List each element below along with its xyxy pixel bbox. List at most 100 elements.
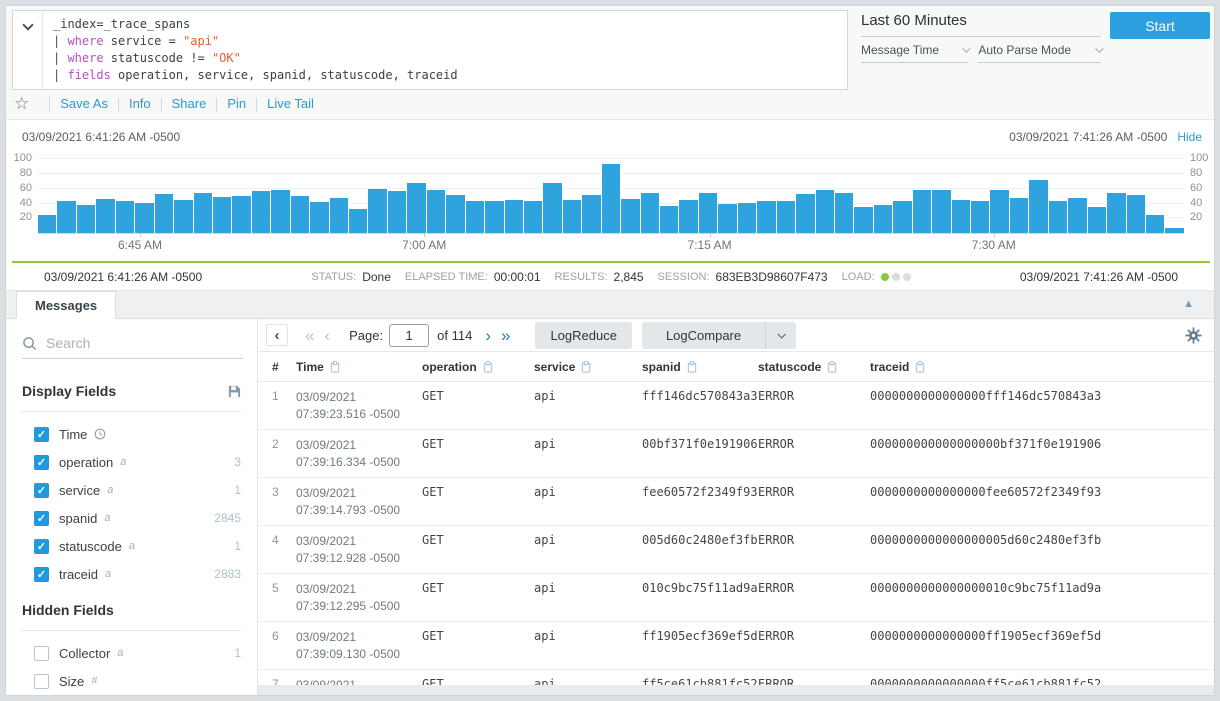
histogram-bars[interactable]	[38, 156, 1184, 233]
start-button[interactable]: Start	[1110, 12, 1210, 39]
column-header-label: service	[534, 360, 575, 374]
query-text[interactable]: _index=_trace_spans| where service = "ap…	[43, 11, 468, 89]
copy-icon[interactable]	[687, 361, 697, 373]
column-header-Time[interactable]: Time	[296, 360, 422, 374]
histogram-bar	[310, 202, 328, 233]
action-bar: ☆ Save As Info Share Pin Live Tail	[14, 94, 314, 114]
histogram-bar	[407, 183, 425, 233]
column-header-service[interactable]: service	[534, 360, 642, 374]
copy-icon[interactable]	[483, 361, 493, 373]
query-collapse-gutter[interactable]	[13, 11, 43, 89]
cell-time-clock: 07:39:16.334 -0500	[296, 454, 422, 471]
cell-row-number: 2	[272, 437, 296, 471]
field-checkbox[interactable]: ✓	[34, 427, 49, 442]
histogram-bar	[38, 215, 56, 233]
x-axis-label: 7:00 AM	[402, 238, 446, 252]
field-checkbox[interactable]: ✓	[34, 539, 49, 554]
field-checkbox[interactable]: ✓	[34, 511, 49, 526]
prev-page-button[interactable]: ‹	[319, 327, 335, 344]
chevron-down-icon[interactable]	[22, 19, 33, 30]
copy-icon[interactable]	[581, 361, 591, 373]
field-label[interactable]: Size	[59, 674, 84, 689]
histogram-bar	[757, 201, 775, 233]
histogram-bar	[446, 195, 464, 233]
query-token: |	[53, 34, 67, 48]
load-dot	[903, 273, 911, 281]
auto-parse-mode-dropdown[interactable]: Auto Parse Mode	[978, 43, 1101, 63]
logcompare-dropdown-button[interactable]	[765, 322, 796, 349]
time-range-selector[interactable]: Last 60 Minutes	[861, 12, 1101, 37]
collapse-sidebar-icon[interactable]: ‹	[266, 324, 288, 346]
table-row[interactable]: 103/09/202107:39:23.516 -0500GETapifff14…	[258, 382, 1215, 430]
query-line: _index=_trace_spans	[53, 16, 458, 33]
copy-icon[interactable]	[330, 361, 340, 373]
histogram-plot[interactable]: 10010080806060404020206:45 AM7:00 AM7:15…	[38, 156, 1184, 234]
field-search[interactable]	[22, 335, 243, 359]
field-row-service: ✓servicea1	[6, 476, 257, 504]
column-header-num[interactable]: #	[272, 360, 296, 374]
action-link-pin[interactable]: Pin	[227, 96, 246, 111]
first-page-button[interactable]: «	[300, 327, 319, 344]
copy-icon[interactable]	[827, 361, 837, 373]
action-link-save-as[interactable]: Save As	[60, 96, 108, 111]
table-settings-gear-icon[interactable]	[1185, 327, 1202, 344]
copy-icon[interactable]	[915, 361, 925, 373]
histogram-bar	[135, 203, 153, 233]
table-row[interactable]: 203/09/202107:39:16.334 -0500GETapi00bf3…	[258, 430, 1215, 478]
column-header-operation[interactable]: operation	[422, 360, 534, 374]
field-label[interactable]: service	[59, 483, 100, 498]
cell-time-clock: 07:39:14.793 -0500	[296, 502, 422, 519]
column-header-statuscode[interactable]: statuscode	[758, 360, 870, 374]
field-label[interactable]: spanid	[59, 511, 97, 526]
action-link-info[interactable]: Info	[129, 96, 151, 111]
results-table-area: ‹ « ‹ Page: of 114 › » LogReduce LogComp…	[258, 319, 1215, 695]
field-checkbox[interactable]: ✓	[34, 455, 49, 470]
cell-traceid: 0000000000000000fff146dc570843a3	[870, 389, 1215, 423]
save-fields-icon[interactable]	[228, 385, 241, 398]
field-checkbox[interactable]: ✓	[34, 567, 49, 582]
action-link-share[interactable]: Share	[172, 96, 207, 111]
hide-histogram-link[interactable]: Hide	[1177, 130, 1202, 144]
field-checkbox[interactable]: ✓	[34, 483, 49, 498]
search-input[interactable]	[46, 335, 216, 351]
action-link-live-tail[interactable]: Live Tail	[267, 96, 314, 111]
logcompare-button[interactable]: LogCompare	[642, 322, 765, 349]
cell-traceid: 0000000000000000005d60c2480ef3fb	[870, 533, 1215, 567]
favorite-star-icon[interactable]: ☆	[14, 94, 29, 114]
cell-time-date: 03/09/2021	[296, 629, 422, 646]
x-axis-label: 7:15 AM	[688, 238, 732, 252]
query-token: where	[67, 34, 103, 48]
field-label[interactable]: statuscode	[59, 539, 122, 554]
clock-icon	[94, 428, 106, 440]
message-time-label: Message Time	[861, 43, 939, 57]
field-checkbox[interactable]	[34, 646, 49, 661]
field-label[interactable]: Collector	[59, 646, 110, 661]
column-header-spanid[interactable]: spanid	[642, 360, 758, 374]
time-range-controls: Last 60 Minutes Message Time Auto Parse …	[861, 12, 1101, 63]
table-row[interactable]: 303/09/202107:39:14.793 -0500GETapifee60…	[258, 478, 1215, 526]
table-row[interactable]: 603/09/202107:39:09.130 -0500GETapiff190…	[258, 622, 1215, 670]
chevron-down-icon	[778, 330, 786, 338]
field-checkbox[interactable]	[34, 674, 49, 689]
collapse-panel-icon[interactable]: ▲	[1183, 298, 1194, 310]
next-page-button[interactable]: ›	[480, 327, 496, 344]
field-label[interactable]: traceid	[59, 567, 98, 582]
last-page-button[interactable]: »	[496, 327, 515, 344]
horizontal-scrollbar[interactable]	[258, 685, 1215, 695]
table-row[interactable]: 503/09/202107:39:12.295 -0500GETapi010c9…	[258, 574, 1215, 622]
message-time-dropdown[interactable]: Message Time	[861, 43, 968, 63]
table-row[interactable]: 403/09/202107:39:12.928 -0500GETapi005d6…	[258, 526, 1215, 574]
field-label[interactable]: Time	[59, 427, 87, 442]
query-editor[interactable]: _index=_trace_spans| where service = "ap…	[12, 10, 848, 90]
field-count: 1	[234, 483, 241, 497]
logreduce-button[interactable]: LogReduce	[535, 322, 632, 349]
field-label[interactable]: operation	[59, 455, 113, 470]
hidden-fields-list: Collectora1Size#	[6, 639, 257, 695]
tab-messages[interactable]: Messages	[16, 291, 116, 319]
page-number-input[interactable]	[389, 324, 429, 347]
cell-traceid: 000000000000000000bf371f0e191906	[870, 437, 1215, 471]
y-axis-label: 80	[20, 167, 32, 179]
histogram-bar	[1010, 198, 1028, 233]
column-header-traceid[interactable]: traceid	[870, 360, 1215, 374]
cell-traceid: 0000000000000000010c9bc75f11ad9a	[870, 581, 1215, 615]
